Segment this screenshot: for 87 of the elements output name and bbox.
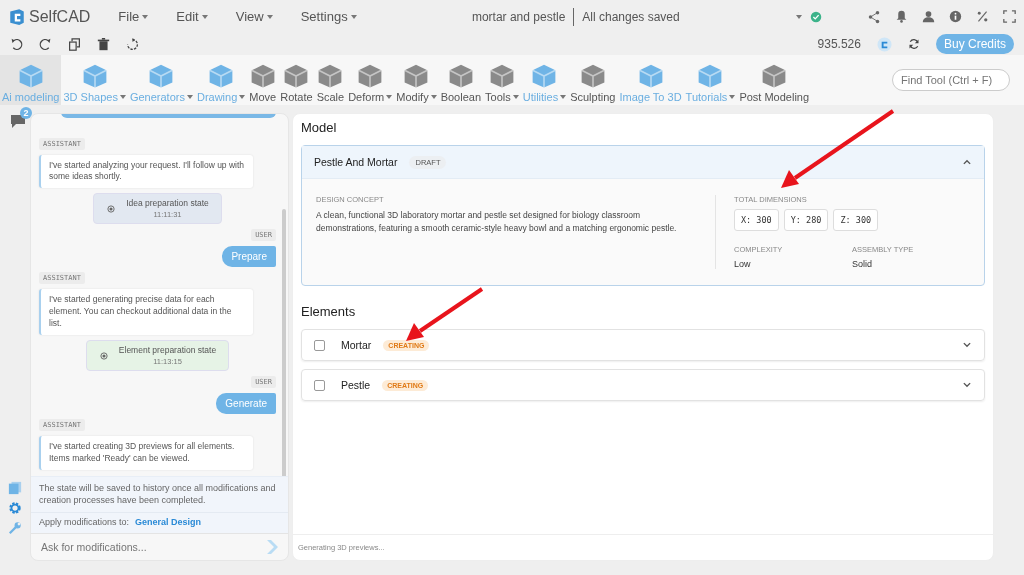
caret-icon (142, 14, 149, 19)
user-message: Generate (216, 393, 276, 415)
user-icon[interactable] (922, 10, 935, 23)
chevron-up-icon[interactable] (962, 157, 972, 167)
apply-label: Apply modifications to: (39, 517, 130, 527)
menu-item[interactable]: Settings (290, 7, 367, 26)
state-title: Element preparation state (118, 345, 217, 356)
fullscreen-icon[interactable] (1003, 10, 1016, 23)
cube-icon[interactable] (208, 63, 235, 89)
coin-icon (876, 36, 892, 52)
cube-icon[interactable] (81, 63, 108, 89)
reset-icon[interactable] (126, 37, 139, 51)
cube-icon[interactable] (17, 63, 44, 89)
cube-icon[interactable] (148, 63, 175, 89)
history-notice: The state will be saved to history once all modifications and creation processes have been completed. (31, 475, 288, 512)
caret-icon (266, 14, 273, 19)
chevron-down-icon[interactable] (962, 340, 972, 350)
checkbox[interactable] (314, 339, 325, 351)
cube-icon[interactable] (357, 63, 384, 89)
target-icon (106, 203, 117, 214)
section-heading: Model (301, 120, 338, 135)
checkbox[interactable] (314, 379, 325, 391)
cube-icon[interactable] (317, 63, 344, 89)
copy-icon[interactable] (68, 37, 81, 51)
bell-icon[interactable] (895, 10, 908, 23)
toolbar-tool[interactable]: Post Modeling (737, 55, 812, 105)
cube-icon[interactable] (761, 63, 788, 89)
document-title[interactable]: mortar and pestle (471, 9, 566, 24)
dimension-value: X: 300 (734, 209, 779, 231)
caret-icon (795, 14, 802, 19)
app-logo-text: SelfCAD (29, 7, 91, 26)
gear-icon[interactable] (8, 501, 22, 515)
element-name: Pestle (341, 379, 371, 391)
element-name: Mortar (341, 339, 372, 351)
section-heading: Elements (301, 304, 357, 319)
credit-amount: 935.526 (817, 37, 861, 51)
menu-item[interactable]: Edit (166, 7, 218, 26)
cube-icon[interactable] (249, 63, 276, 89)
refresh-icon[interactable] (907, 38, 920, 50)
dimension-value: Y: 280 (783, 209, 829, 231)
toolbar-tool[interactable]: Modify (394, 55, 439, 105)
target-icon (98, 350, 109, 361)
save-status: All changes saved (582, 9, 680, 24)
assistant-message: I've started creating 3D previews for all elements. Items marked 'Ready' can be viewed. (39, 436, 253, 470)
toolbar-tool[interactable]: Sculpting (568, 55, 618, 105)
find-tool-field[interactable]: Find Tool (Ctrl + F) (892, 69, 1010, 91)
cube-icon[interactable] (637, 63, 664, 89)
info-icon[interactable] (949, 10, 962, 23)
user-message: Prepare (222, 246, 276, 268)
complexity-value: Low (734, 259, 752, 269)
toolbar-tool[interactable]: Tools (483, 55, 521, 105)
assistant-message: I've started analyzing your request. I'll follow up with some ideas shortly. (39, 154, 253, 189)
caret-icon (201, 14, 208, 19)
dimension-value: Z: 300 (833, 209, 879, 231)
wrench-icon[interactable] (8, 521, 22, 535)
trash-icon[interactable] (97, 37, 110, 51)
scrollbar[interactable] (282, 209, 286, 476)
design-concept-text: A clean, functional 3D laboratory mortar and pestle set designed for biology classroom demonstrations, featuring a smooth ceramic-style heavy bowl and a matching ergonomic pestle. (316, 209, 678, 236)
percent-icon[interactable] (976, 10, 989, 23)
cube-icon[interactable] (283, 63, 310, 89)
chat-input-field[interactable]: Ask for modifications... (39, 540, 264, 554)
cube-icon[interactable] (488, 63, 515, 89)
check-circle-icon (809, 10, 822, 23)
undo-icon[interactable] (10, 37, 23, 51)
toolbar-tool[interactable]: Boolean (438, 55, 483, 105)
assistant-message: I've started generating precise data for each element. You can checkout additional data in the list. (39, 289, 253, 336)
toolbar-tool[interactable]: Rotate (278, 55, 315, 105)
toolbar-tool[interactable]: Scale (314, 55, 347, 105)
apply-target-link[interactable]: General Design (135, 517, 202, 527)
notification-badge: 2 (20, 107, 32, 119)
pages-icon[interactable] (8, 481, 22, 495)
redo-icon[interactable] (39, 37, 52, 51)
chevron-down-icon[interactable] (962, 380, 972, 390)
toolbar-tool[interactable]: Deform (346, 55, 395, 105)
assembly-type-value: Solid (852, 259, 873, 269)
cube-icon[interactable] (403, 63, 430, 89)
caret-icon (350, 14, 357, 19)
menu-item[interactable]: File (108, 7, 159, 26)
cube-icon[interactable] (697, 63, 724, 89)
cube-icon[interactable] (447, 63, 474, 89)
state-title: Idea preparation state (126, 198, 209, 209)
cube-icon[interactable] (531, 63, 558, 89)
cube-icon[interactable] (579, 63, 606, 89)
share-icon[interactable] (867, 9, 881, 24)
toolbar-tool[interactable]: Move (247, 55, 279, 105)
menu-item[interactable]: View (225, 7, 283, 26)
logo-icon (8, 7, 26, 26)
